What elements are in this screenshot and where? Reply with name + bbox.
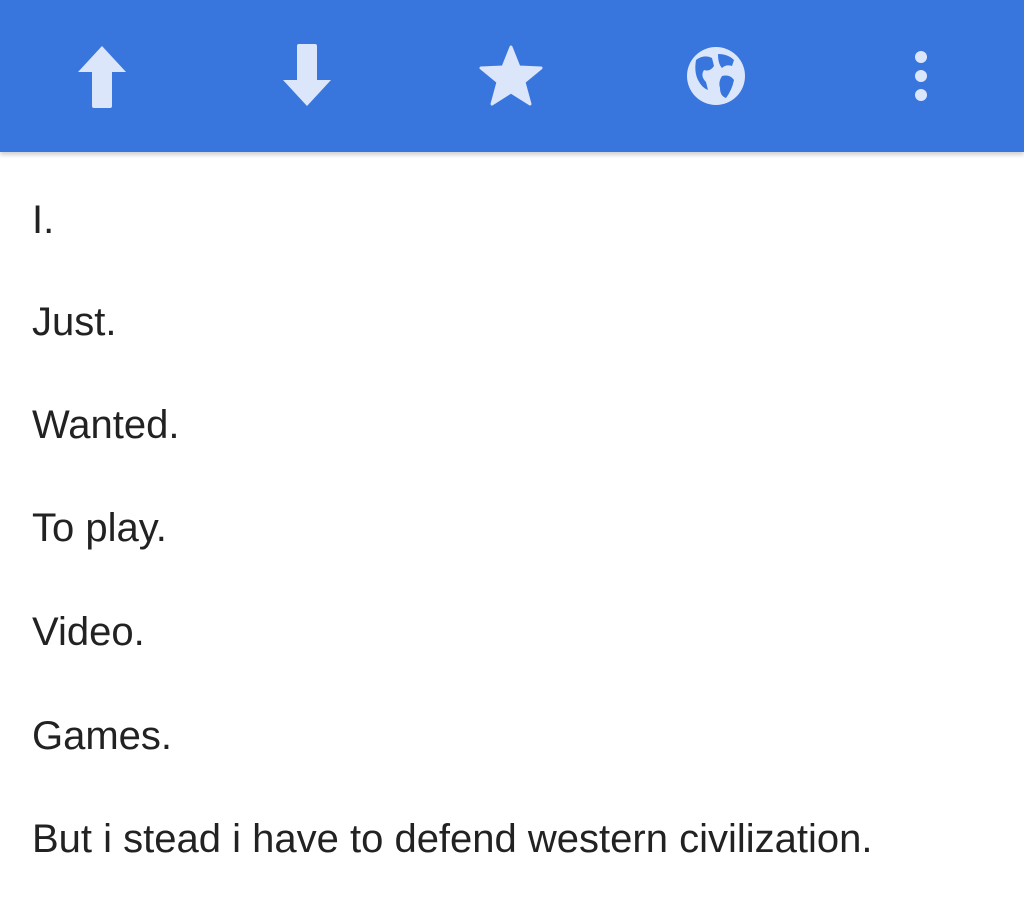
downvote-button[interactable]: [267, 36, 347, 116]
comment-body: I. Just. Wanted. To play. Video. Games. …: [0, 152, 1024, 917]
text-line: Wanted.: [32, 403, 180, 447]
text-line: Games.: [32, 714, 173, 758]
text-line: I.: [32, 198, 55, 242]
more-vertical-icon: [915, 51, 927, 101]
text-line: But i stead i have to defend western civ…: [32, 817, 873, 861]
arrow-up-icon: [78, 46, 126, 108]
upvote-button[interactable]: [62, 36, 142, 116]
top-toolbar: [0, 0, 1024, 152]
globe-icon: [687, 47, 745, 105]
arrow-down-icon: [283, 44, 331, 106]
text-line: Video.: [32, 610, 145, 654]
open-in-browser-button[interactable]: [676, 36, 756, 116]
text-line: To play.: [32, 506, 167, 550]
text-line: Just.: [32, 300, 117, 344]
star-icon: [479, 45, 543, 106]
save-button[interactable]: [471, 36, 551, 116]
more-options-button[interactable]: [881, 36, 961, 116]
